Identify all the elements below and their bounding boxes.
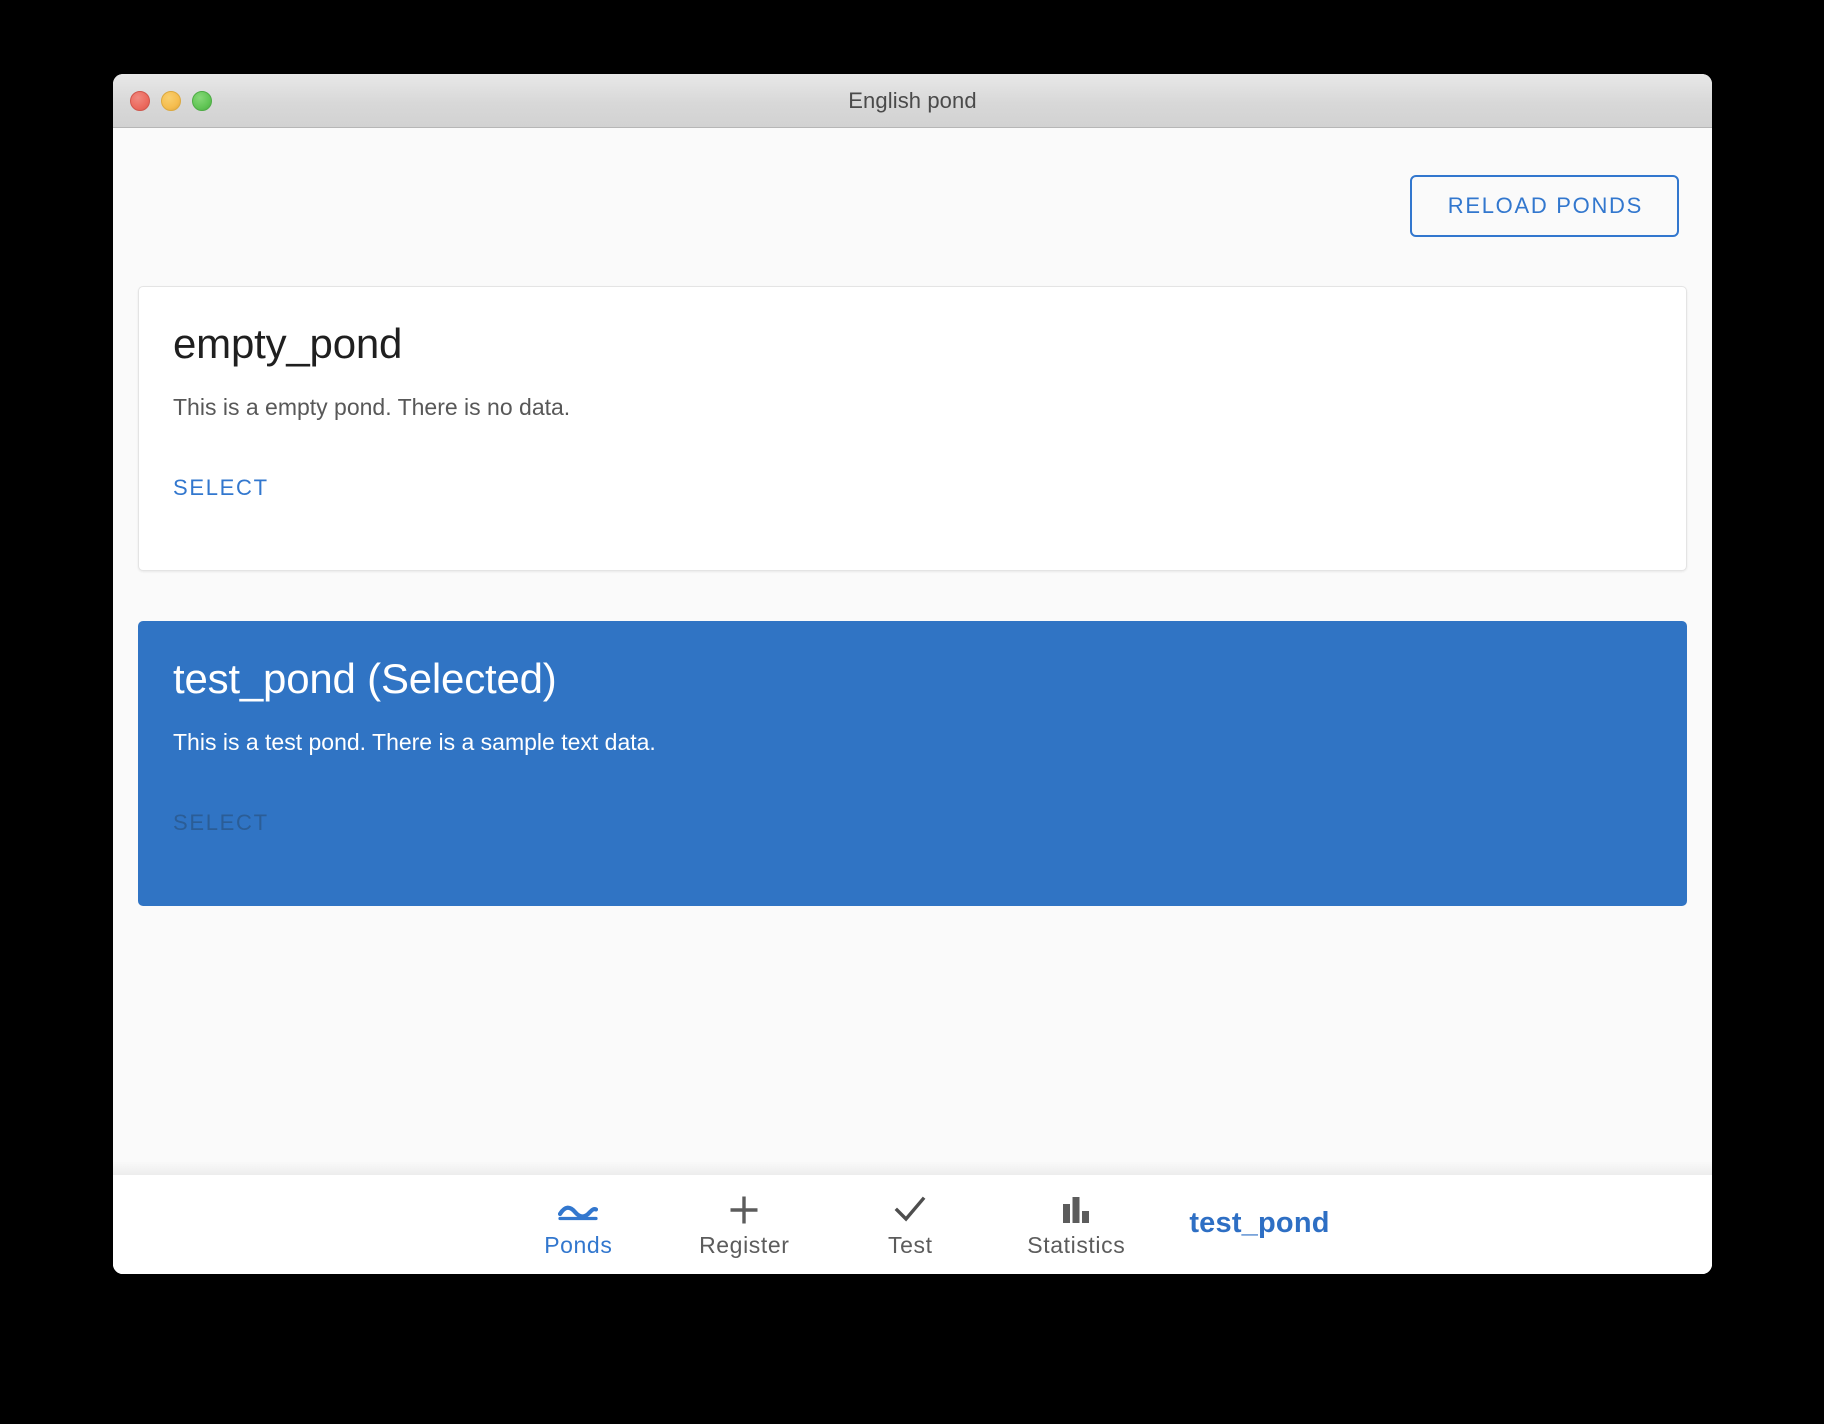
window-traffic-lights bbox=[130, 90, 212, 111]
nav-item-label: Test bbox=[888, 1232, 933, 1258]
nav-item-statistics[interactable]: Statistics bbox=[993, 1193, 1159, 1257]
wave-icon bbox=[558, 1193, 599, 1227]
pond-card-description: This is a empty pond. There is no data. bbox=[173, 394, 571, 421]
bar-chart-icon bbox=[1060, 1193, 1092, 1227]
nav-item-ponds[interactable]: Ponds bbox=[495, 1193, 661, 1257]
bottom-navigation-bar: Ponds Register Test Statistics test_pond bbox=[113, 1161, 1712, 1274]
pond-card-list: empty_pond This is a empty pond. There i… bbox=[113, 237, 1712, 906]
nav-item-register[interactable]: Register bbox=[661, 1193, 827, 1257]
pond-card-title: test_pond (Selected) bbox=[173, 655, 557, 702]
check-icon bbox=[893, 1193, 927, 1227]
plus-icon bbox=[727, 1193, 761, 1227]
desktop-background: English pond RELOAD PONDS empty_pond Thi… bbox=[0, 0, 1824, 1424]
reload-ponds-button[interactable]: RELOAD PONDS bbox=[1409, 175, 1679, 237]
pond-card-empty-pond[interactable]: empty_pond This is a empty pond. There i… bbox=[138, 286, 1687, 571]
main-content: RELOAD PONDS empty_pond This is a empty … bbox=[113, 128, 1712, 1175]
app-window: English pond RELOAD PONDS empty_pond Thi… bbox=[113, 74, 1712, 1274]
pond-card-description: This is a test pond. There is a sample t… bbox=[173, 729, 656, 756]
pond-card-select-button[interactable]: SELECT bbox=[173, 477, 269, 499]
close-button[interactable] bbox=[130, 90, 150, 111]
nav-item-label: Ponds bbox=[544, 1232, 613, 1258]
pond-card-title: empty_pond bbox=[173, 320, 403, 367]
window-title: English pond bbox=[848, 87, 977, 113]
window-titlebar: English pond bbox=[113, 74, 1712, 128]
app-body: RELOAD PONDS empty_pond This is a empty … bbox=[113, 128, 1712, 1274]
pond-card-select-button[interactable]: SELECT bbox=[173, 812, 269, 834]
zoom-button[interactable] bbox=[192, 90, 212, 111]
current-pond-indicator[interactable]: test_pond bbox=[1189, 1208, 1329, 1238]
nav-item-label: Register bbox=[699, 1232, 790, 1258]
nav-item-label: Statistics bbox=[1027, 1232, 1126, 1258]
pond-card-test-pond[interactable]: test_pond (Selected) This is a test pond… bbox=[138, 621, 1687, 906]
nav-item-test[interactable]: Test bbox=[827, 1193, 993, 1257]
toolbar: RELOAD PONDS bbox=[113, 128, 1712, 237]
minimize-button[interactable] bbox=[161, 90, 181, 111]
